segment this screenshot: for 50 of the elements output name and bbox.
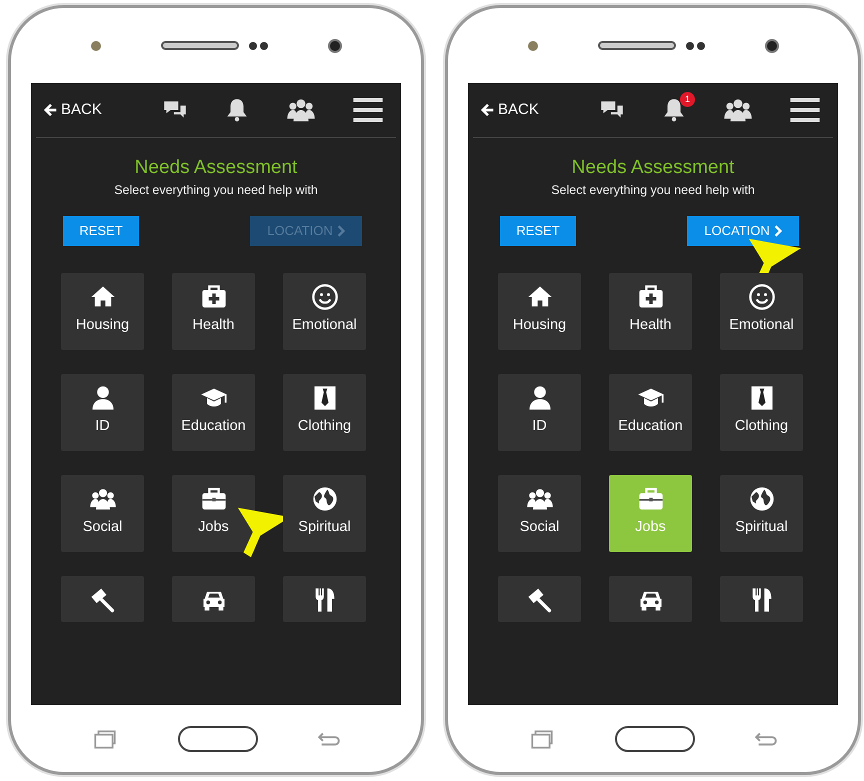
- category-tile[interactable]: [720, 576, 803, 622]
- category-tile[interactable]: Emotional: [720, 273, 803, 350]
- category-tile[interactable]: [498, 576, 581, 622]
- category-tile[interactable]: Social: [498, 475, 581, 552]
- smiley-icon: [310, 283, 338, 311]
- category-tile[interactable]: Spiritual: [720, 475, 803, 552]
- category-tile[interactable]: Health: [172, 273, 255, 350]
- smiley-icon: [748, 283, 776, 311]
- screen-title: Needs Assessment: [134, 156, 298, 180]
- category-tile[interactable]: Education: [172, 374, 255, 451]
- front-camera-icon: [764, 38, 778, 52]
- category-tile[interactable]: Education: [609, 374, 692, 451]
- category-tile[interactable]: Clothing: [283, 374, 366, 451]
- screen-title: Needs Assessment: [572, 156, 734, 180]
- category-tile[interactable]: Health: [609, 273, 692, 350]
- gavel-icon: [526, 586, 554, 614]
- category-tile[interactable]: Housing: [498, 273, 581, 350]
- back-arrow-icon: [44, 103, 58, 117]
- notification-badge: 1: [680, 92, 695, 107]
- front-camera-icon: [328, 38, 342, 52]
- category-tile[interactable]: ID: [498, 374, 581, 451]
- back-key-icon: [318, 732, 340, 746]
- back-arrow-icon: [481, 103, 495, 117]
- camera-icon: [528, 40, 538, 50]
- category-tile[interactable]: [172, 576, 255, 622]
- camera-icon: [90, 40, 100, 50]
- category-tile[interactable]: Housing: [61, 273, 144, 350]
- chevron-right-icon: [336, 225, 345, 237]
- category-tile[interactable]: ID: [61, 374, 144, 451]
- sensor-icon: [248, 42, 268, 50]
- home-button[interactable]: [615, 726, 695, 752]
- globe-icon: [310, 485, 338, 513]
- category-tile[interactable]: Clothing: [720, 374, 803, 451]
- chevron-right-icon: [774, 225, 782, 237]
- home-button[interactable]: [178, 726, 258, 752]
- category-tile[interactable]: [609, 576, 692, 622]
- back-link[interactable]: BACK: [44, 98, 102, 122]
- category-tile[interactable]: [283, 576, 366, 622]
- category-tile[interactable]: Spiritual: [283, 475, 366, 552]
- back-key-icon: [755, 732, 777, 746]
- globe-icon: [748, 485, 776, 513]
- category-tile[interactable]: Social: [61, 475, 144, 552]
- screen-subtitle: Select everything you need help with: [114, 182, 318, 199]
- sensor-icon: [686, 42, 704, 50]
- category-tile[interactable]: Jobs: [172, 475, 255, 552]
- category-tile[interactable]: [61, 576, 144, 622]
- gavel-icon: [88, 586, 116, 614]
- category-tile[interactable]: Emotional: [283, 273, 366, 350]
- back-link[interactable]: BACK: [481, 98, 539, 122]
- screen-subtitle: Select everything you need help with: [551, 182, 755, 199]
